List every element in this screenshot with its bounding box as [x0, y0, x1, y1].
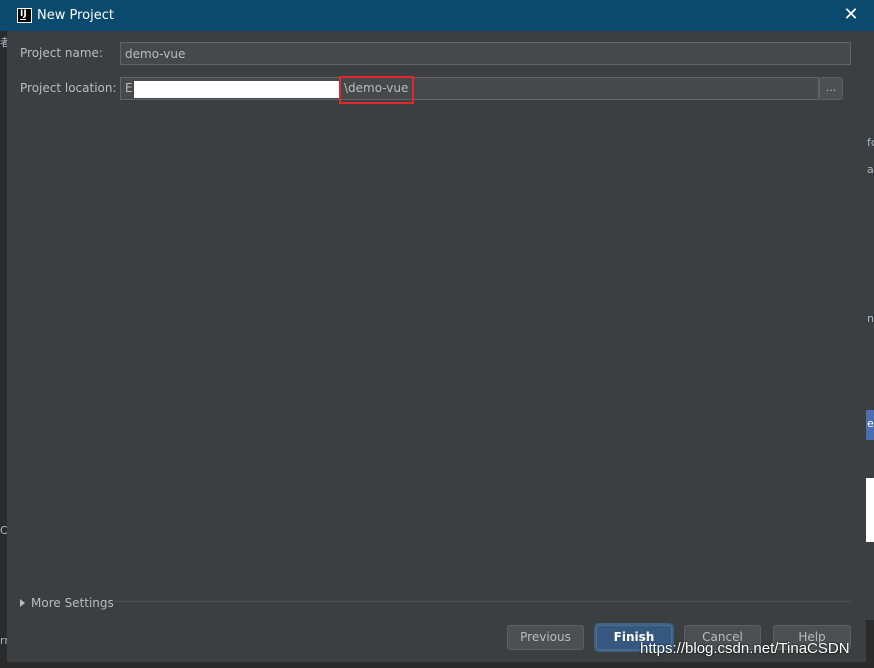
project-location-input[interactable]: E \demo-vue: [120, 77, 819, 100]
background-text-fragment: fc: [867, 136, 874, 149]
project-location-label: Project location:: [20, 81, 117, 95]
more-settings-label: More Settings: [31, 596, 114, 610]
background-text-fragment: n: [867, 312, 874, 325]
project-name-input[interactable]: [120, 42, 851, 65]
background-text-fragment: e: [867, 417, 874, 430]
redacted-path: [134, 81, 339, 98]
background-panel-block: [866, 478, 874, 542]
triangle-right-icon: [20, 599, 25, 607]
more-settings-toggle[interactable]: More Settings: [20, 595, 114, 611]
project-name-label: Project name:: [20, 46, 103, 60]
dialog-title: New Project: [37, 8, 114, 23]
close-icon[interactable]: ✕: [840, 4, 862, 26]
divider: [114, 601, 851, 602]
background-text-fragment: a: [867, 163, 874, 176]
watermark-text: https://blog.csdn.net/TinaCSDN: [640, 640, 850, 657]
browse-button[interactable]: ...: [819, 77, 843, 100]
background-panel-block: [866, 620, 874, 668]
background-app-right: fc a n e: [866, 30, 874, 668]
title-bar: New Project ✕: [0, 0, 874, 31]
new-project-dialog: New Project ✕ Project name: Project loca…: [0, 0, 874, 662]
project-location-prefix: E: [125, 81, 133, 95]
highlight-annotation: [339, 76, 414, 104]
intellij-idea-icon: [17, 8, 32, 23]
background-app-left: 者 C rr: [0, 30, 11, 668]
previous-button[interactable]: Previous: [507, 625, 584, 650]
